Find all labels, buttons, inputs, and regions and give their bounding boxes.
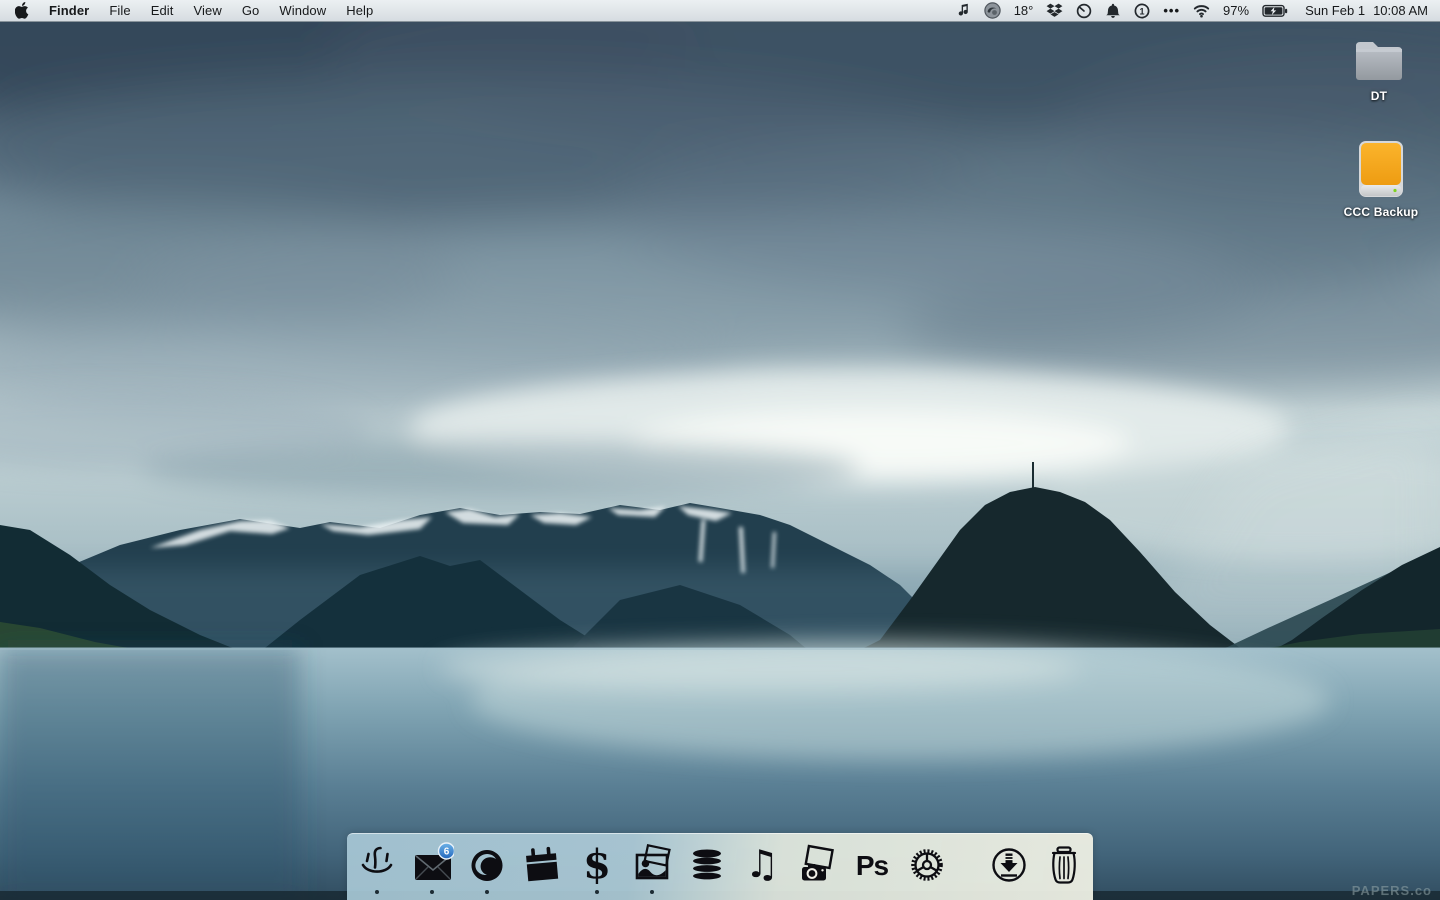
menu-help[interactable]: Help bbox=[336, 0, 383, 21]
downloads-icon bbox=[992, 848, 1026, 882]
external-drive-icon bbox=[1359, 141, 1403, 197]
music-icon[interactable] bbox=[955, 0, 973, 21]
dock: 6 $ ♫ Ps bbox=[347, 833, 1093, 900]
dock-item-itunes[interactable]: ♫ bbox=[740, 842, 784, 900]
finder-icon bbox=[361, 846, 393, 873]
menu-view[interactable]: View bbox=[184, 0, 232, 21]
running-indicator bbox=[650, 890, 654, 894]
mail-badge-count: 6 bbox=[444, 847, 450, 858]
wifi-icon[interactable] bbox=[1191, 0, 1212, 21]
menu-clock[interactable]: Sun Feb 1 10:08 AM bbox=[1299, 3, 1430, 18]
firefox-icon bbox=[471, 850, 503, 881]
dock-item-firefox[interactable] bbox=[465, 842, 509, 900]
menu-finder[interactable]: Finder bbox=[39, 0, 99, 21]
onepassword-icon[interactable]: 1 bbox=[1132, 0, 1152, 21]
desktop-wallpaper bbox=[0, 0, 1440, 900]
dock-item-trash[interactable] bbox=[1042, 842, 1086, 900]
dock-item-money-app[interactable]: $ bbox=[575, 842, 619, 900]
mail-icon: 6 bbox=[415, 842, 454, 880]
svg-text:$: $ bbox=[583, 842, 611, 886]
svg-text:Ps: Ps bbox=[856, 850, 889, 881]
clock-time: 10:08 AM bbox=[1373, 3, 1428, 18]
dock-item-image-capture[interactable] bbox=[795, 842, 839, 900]
desktop-icon-ccc-backup-drive[interactable]: CCC Backup bbox=[1333, 140, 1429, 219]
menu-window[interactable]: Window bbox=[269, 0, 336, 21]
do-not-disturb-icon[interactable] bbox=[1074, 0, 1094, 21]
desktop-icon-dt-folder[interactable]: DT bbox=[1331, 36, 1427, 103]
wallpaper-watermark: PAPERS.co bbox=[1351, 883, 1432, 898]
running-indicator bbox=[485, 890, 489, 894]
image-capture-icon bbox=[802, 844, 834, 881]
desktop-icon-label: CCC Backup bbox=[1343, 205, 1419, 219]
running-indicator bbox=[375, 890, 379, 894]
dock-item-finder[interactable] bbox=[355, 842, 399, 900]
trash-icon bbox=[1051, 846, 1077, 884]
calendar-icon bbox=[526, 846, 559, 882]
battery-charging-icon[interactable] bbox=[1260, 0, 1290, 21]
menu-edit[interactable]: Edit bbox=[141, 0, 184, 21]
dock-item-system-preferences[interactable] bbox=[905, 842, 949, 900]
dock-item-photoshop[interactable]: Ps bbox=[850, 842, 894, 900]
svg-text:♫: ♫ bbox=[745, 842, 779, 886]
notifications-bell-icon[interactable] bbox=[1103, 0, 1123, 21]
more-dots-icon[interactable]: ••• bbox=[1161, 0, 1182, 21]
database-icon bbox=[693, 849, 721, 880]
menu-bar: Finder File Edit View Go Window Help 18° bbox=[0, 0, 1440, 22]
photos-icon bbox=[635, 843, 671, 880]
folder-icon bbox=[1356, 42, 1402, 80]
temperature-reading[interactable]: 18° bbox=[1012, 0, 1036, 21]
photoshop-icon: Ps bbox=[856, 850, 890, 881]
dollar-icon: $ bbox=[583, 842, 611, 886]
menu-go[interactable]: Go bbox=[232, 0, 270, 21]
running-indicator bbox=[595, 890, 599, 894]
clock-date: Sun Feb 1 bbox=[1305, 3, 1366, 18]
apple-logo-icon bbox=[15, 2, 29, 19]
dock-item-downloads[interactable] bbox=[987, 842, 1031, 900]
dock-item-calendar[interactable] bbox=[520, 842, 564, 900]
desktop-icon-label: DT bbox=[1370, 89, 1388, 103]
running-indicator bbox=[430, 890, 434, 894]
dock-item-database-app[interactable] bbox=[685, 842, 729, 900]
dropbox-icon[interactable] bbox=[1044, 0, 1065, 21]
music-notes-icon: ♫ bbox=[745, 842, 779, 886]
weather-app-icon[interactable] bbox=[982, 0, 1003, 21]
gear-icon bbox=[911, 849, 943, 881]
svg-text:1: 1 bbox=[1140, 6, 1145, 16]
dock-item-mail[interactable]: 6 bbox=[410, 842, 454, 900]
menu-file[interactable]: File bbox=[99, 0, 140, 21]
dock-item-photos[interactable] bbox=[630, 842, 674, 900]
apple-menu[interactable] bbox=[0, 0, 39, 21]
battery-percent[interactable]: 97% bbox=[1221, 0, 1251, 21]
